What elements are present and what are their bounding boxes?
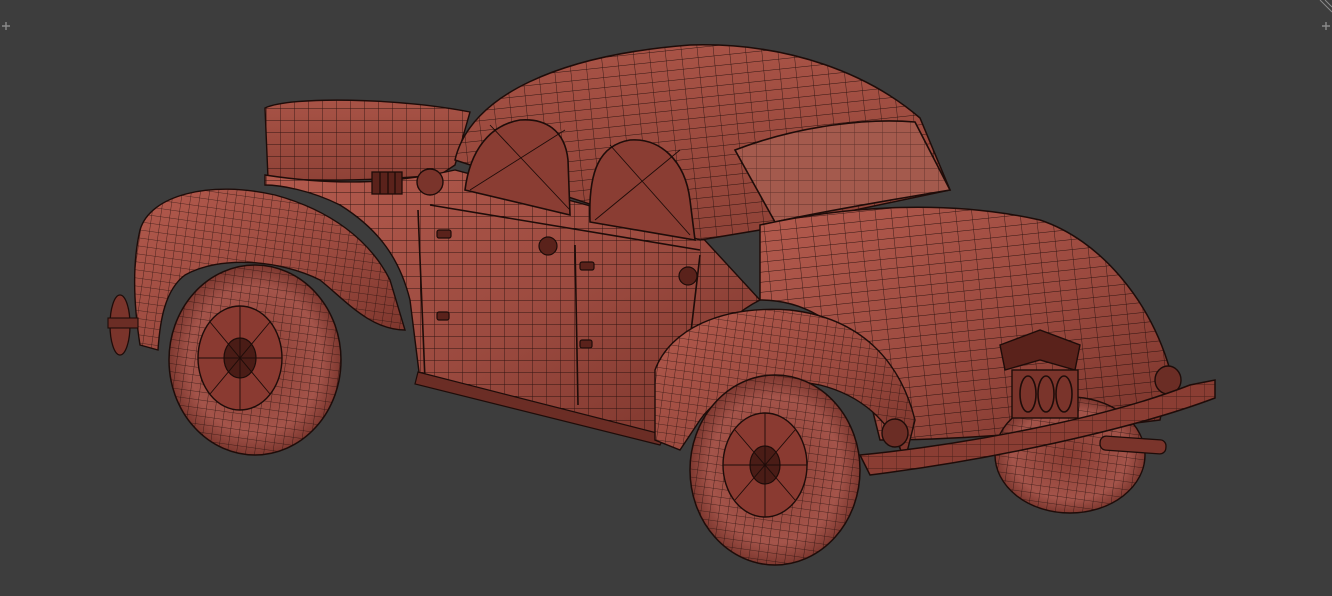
plus-icon xyxy=(1322,22,1330,30)
rear-left-wheel[interactable] xyxy=(168,264,342,456)
trunk-deck[interactable] xyxy=(264,99,471,181)
viewport-corner-widget-right[interactable] xyxy=(1320,20,1332,32)
plus-icon xyxy=(2,22,10,30)
viewport-corner-widget-left[interactable] xyxy=(0,20,12,32)
car-model[interactable] xyxy=(107,44,1216,566)
area-split-icon[interactable] xyxy=(1318,0,1332,14)
front-right-wheel[interactable] xyxy=(689,374,861,566)
3d-viewport[interactable] xyxy=(0,0,1332,596)
front-bumper-guard[interactable] xyxy=(107,294,139,356)
rear-emblem[interactable] xyxy=(999,329,1081,419)
viewport-scene[interactable] xyxy=(0,0,1332,596)
